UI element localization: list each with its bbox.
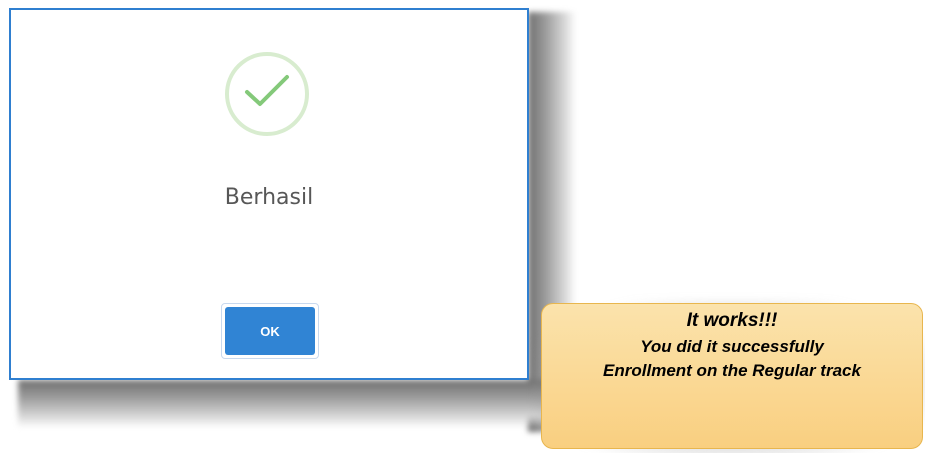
success-icon-circle: [225, 52, 309, 136]
note-line-1: It works!!!: [686, 310, 778, 331]
screenshot-stage: Berhasil OK It works!!! You did it succe…: [0, 0, 925, 453]
success-dialog: Berhasil OK: [9, 8, 529, 380]
note-line-2: You did it successfully: [640, 337, 824, 356]
checkmark-icon: [245, 75, 289, 106]
annotation-note: It works!!! You did it successfully Enro…: [541, 303, 923, 449]
dialog-title: Berhasil: [224, 185, 314, 210]
ok-button[interactable]: OK: [225, 307, 315, 355]
note-line-3: Enrollment on the Regular track: [603, 361, 861, 380]
dialog-shadow-bottom: [18, 380, 548, 428]
ok-button-focus-ring: OK: [221, 303, 319, 359]
